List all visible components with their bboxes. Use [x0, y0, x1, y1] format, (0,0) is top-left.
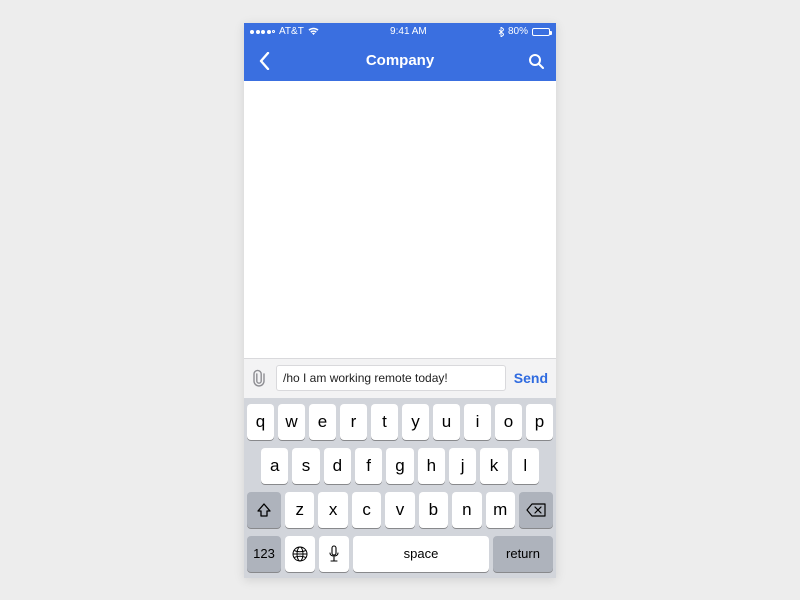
key-x[interactable]: x — [318, 492, 347, 528]
battery-icon — [532, 28, 550, 36]
nav-bar: Company — [244, 41, 556, 81]
backspace-key[interactable] — [519, 492, 553, 528]
keyboard-row-3: z x c v b n m — [247, 492, 553, 528]
mode-switch-key[interactable]: 123 — [247, 536, 281, 572]
key-l[interactable]: l — [512, 448, 539, 484]
send-button[interactable]: Send — [514, 370, 548, 386]
key-p[interactable]: p — [526, 404, 553, 440]
bluetooth-icon — [498, 27, 504, 37]
keyboard-row-4: 123 space return — [247, 536, 553, 572]
phone-frame: AT&T 9:41 AM 80% Company Send — [244, 23, 556, 578]
key-v[interactable]: v — [385, 492, 414, 528]
key-g[interactable]: g — [386, 448, 413, 484]
key-y[interactable]: y — [402, 404, 429, 440]
return-key[interactable]: return — [493, 536, 553, 572]
key-q[interactable]: q — [247, 404, 274, 440]
search-button[interactable] — [526, 53, 546, 69]
key-c[interactable]: c — [352, 492, 381, 528]
key-e[interactable]: e — [309, 404, 336, 440]
page-title: Company — [274, 52, 526, 69]
key-b[interactable]: b — [419, 492, 448, 528]
carrier-label: AT&T — [279, 26, 304, 37]
back-button[interactable] — [254, 52, 274, 70]
attach-button[interactable] — [252, 369, 268, 387]
key-r[interactable]: r — [340, 404, 367, 440]
clock: 9:41 AM — [319, 26, 498, 37]
key-w[interactable]: w — [278, 404, 305, 440]
keyboard: q w e r t y u i o p a s d f g h j k l z — [244, 398, 556, 578]
mic-key[interactable] — [319, 536, 349, 572]
keyboard-row-1: q w e r t y u i o p — [247, 404, 553, 440]
space-key[interactable]: space — [353, 536, 489, 572]
composer-bar: Send — [244, 358, 556, 398]
keyboard-row-2: a s d f g h j k l — [247, 448, 553, 484]
key-a[interactable]: a — [261, 448, 288, 484]
key-n[interactable]: n — [452, 492, 481, 528]
signal-dots-icon — [250, 30, 275, 34]
key-h[interactable]: h — [418, 448, 445, 484]
shift-key[interactable] — [247, 492, 281, 528]
key-j[interactable]: j — [449, 448, 476, 484]
message-list — [244, 81, 556, 358]
key-i[interactable]: i — [464, 404, 491, 440]
key-t[interactable]: t — [371, 404, 398, 440]
globe-key[interactable] — [285, 536, 315, 572]
wifi-icon — [308, 27, 319, 36]
key-k[interactable]: k — [480, 448, 507, 484]
key-d[interactable]: d — [324, 448, 351, 484]
battery-pct: 80% — [508, 26, 528, 37]
key-m[interactable]: m — [486, 492, 515, 528]
status-bar: AT&T 9:41 AM 80% — [244, 23, 556, 41]
key-u[interactable]: u — [433, 404, 460, 440]
key-o[interactable]: o — [495, 404, 522, 440]
key-z[interactable]: z — [285, 492, 314, 528]
message-input[interactable] — [276, 365, 506, 391]
key-f[interactable]: f — [355, 448, 382, 484]
key-s[interactable]: s — [292, 448, 319, 484]
